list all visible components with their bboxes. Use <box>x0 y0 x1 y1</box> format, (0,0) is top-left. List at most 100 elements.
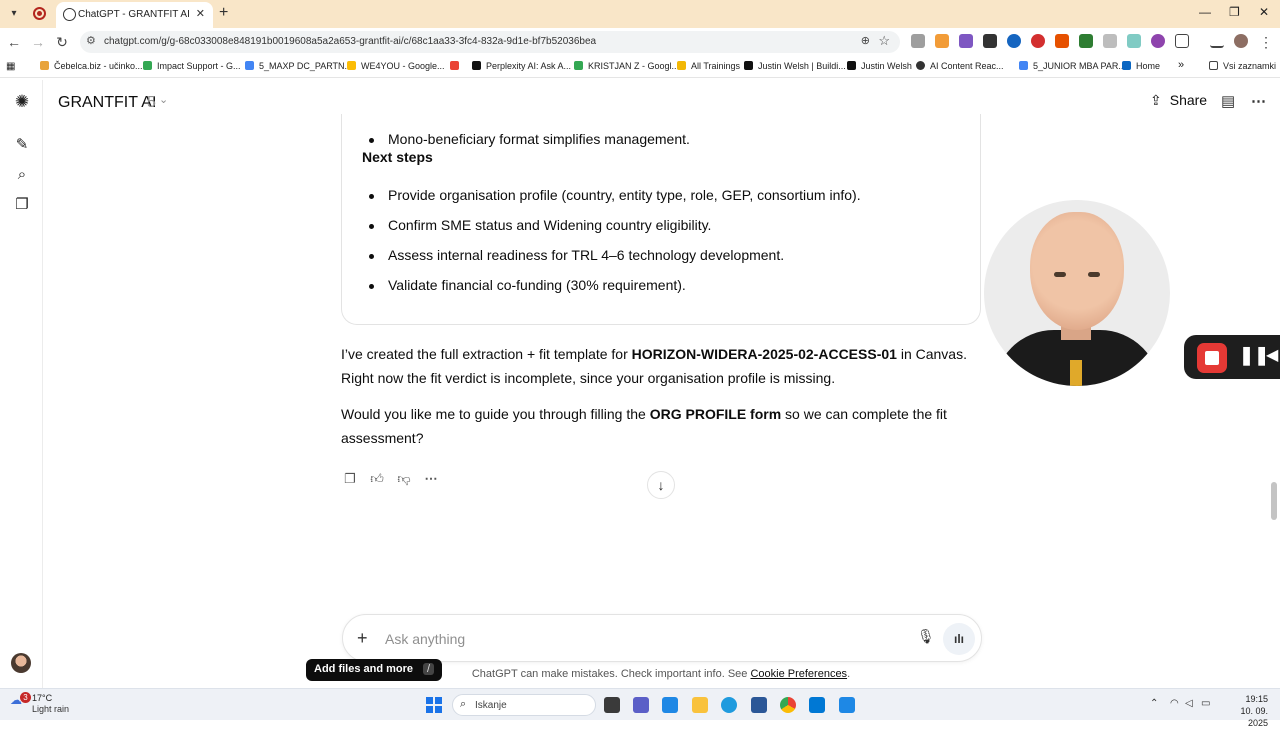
notification-badge: 3 <box>20 692 31 703</box>
page-scrollbar[interactable] <box>1271 482 1277 520</box>
bookmark-item[interactable]: 5_JUNIOR MBA PAR... <box>1019 61 1126 71</box>
zoom-icon[interactable]: ⊕ <box>861 34 870 47</box>
bookmark-item[interactable]: WE4YOU - Google... <box>347 61 445 71</box>
close-tab-icon[interactable]: ✕ <box>196 7 205 20</box>
copy-icon[interactable]: ❐ <box>341 470 359 488</box>
store-icon[interactable] <box>751 697 767 713</box>
minimize-window-icon[interactable]: — <box>1199 5 1211 19</box>
forward-icon[interactable]: → <box>30 34 46 50</box>
speaker-icon[interactable]: ◁ <box>1185 698 1193 709</box>
extension-icon[interactable] <box>959 34 973 48</box>
weather-temp: 17°C <box>32 693 53 703</box>
bookmark-favicon-icon <box>574 61 583 70</box>
screen-recorder-controls: ❚❚ ◀ <box>1184 335 1280 379</box>
response-card: Mono-beneficiary format simplifies manag… <box>341 114 981 325</box>
apps-grid-icon[interactable]: ▦ <box>6 61 15 72</box>
thumbs-up-icon[interactable]: 👍︎ <box>368 470 386 488</box>
other-bookmarks-folder[interactable]: Vsi zaznamki <box>1209 61 1276 71</box>
model-chevron-down-icon[interactable]: ⌄ <box>159 93 168 106</box>
extension-icon[interactable] <box>1127 34 1141 48</box>
photos-app-icon[interactable] <box>662 697 678 713</box>
bookmark-item[interactable]: KRISTJAN Z - Googl... <box>574 61 679 71</box>
webcam-overlay-portrait[interactable] <box>984 200 1170 386</box>
more-options-icon[interactable]: ⋯ <box>1251 92 1266 110</box>
more-actions-icon[interactable]: ⋯ <box>422 470 440 488</box>
chrome-icon[interactable] <box>780 697 796 713</box>
site-info-icon[interactable]: ⚙ <box>86 34 96 47</box>
prompt-input[interactable] <box>385 628 885 650</box>
extensions-puzzle-icon[interactable] <box>1175 34 1189 48</box>
extension-icon[interactable] <box>1055 34 1069 48</box>
gmail-bookmark[interactable] <box>450 61 464 71</box>
windows-start-icon[interactable] <box>426 697 442 713</box>
downloads-icon[interactable] <box>1210 34 1224 48</box>
wifi-icon[interactable]: ◠ <box>1170 698 1179 709</box>
disclaimer-text: ChatGPT can make mistakes. Check importa… <box>471 668 851 680</box>
task-view-icon[interactable] <box>604 697 620 713</box>
bookmark-item[interactable]: 5_MAXP DC_PARTN... <box>245 61 352 71</box>
maximize-window-icon[interactable]: ❐ <box>1229 5 1240 19</box>
browser-menu-icon[interactable]: ⋮ <box>1258 34 1274 51</box>
extension-icon[interactable] <box>1031 34 1045 48</box>
extension-icon[interactable] <box>1079 34 1093 48</box>
new-chat-icon[interactable]: ✎ <box>12 135 32 155</box>
bookmark-item[interactable]: Justin Welsh <box>847 61 912 71</box>
bookmark-item[interactable]: Home <box>1122 61 1160 71</box>
extension-icon[interactable] <box>1103 34 1117 48</box>
chat-composer: + 🎙︎ ılı <box>342 614 982 662</box>
add-files-plus-icon[interactable]: + <box>357 628 368 649</box>
pause-icon[interactable]: ❚❚ <box>1239 345 1269 366</box>
back-icon[interactable]: ← <box>6 34 22 50</box>
taskbar-search[interactable]: ⌕ Iskanje <box>452 694 596 716</box>
search-chats-icon[interactable]: ⌕ <box>12 165 32 185</box>
bookmark-favicon-icon <box>472 61 481 70</box>
extension-icon[interactable] <box>983 34 997 48</box>
calculator-icon[interactable] <box>839 697 855 713</box>
remote-desktop-icon[interactable] <box>809 697 825 713</box>
bookmark-item[interactable]: Justin Welsh | Buildi... <box>744 61 846 71</box>
extension-icon[interactable] <box>1007 34 1021 48</box>
new-tab-button[interactable]: + <box>219 4 228 22</box>
openai-logo-icon[interactable]: ✺ <box>12 92 32 112</box>
bookmark-favicon-icon <box>847 61 856 70</box>
file-explorer-icon[interactable] <box>692 697 708 713</box>
thumbs-down-icon[interactable]: 👎︎ <box>395 470 413 488</box>
profile-avatar-icon[interactable] <box>1234 34 1248 48</box>
gpt-title[interactable]: GRANTFIT AI <box>58 94 156 112</box>
address-bar[interactable]: ⚙ chatgpt.com/g/g-68c033008e848191b00196… <box>80 31 900 53</box>
cookie-preferences-link[interactable]: Cookie Preferences <box>750 668 847 680</box>
rewind-icon[interactable]: ◀ <box>1266 345 1278 365</box>
extension-icon[interactable] <box>911 34 925 48</box>
browser-tab-active[interactable]: ChatGPT - GRANTFIT AI ✕ <box>56 2 213 28</box>
model-version[interactable]: 5 <box>147 94 156 112</box>
more-bookmarks-chevron-icon[interactable]: » <box>1178 59 1184 71</box>
system-clock[interactable]: 19:15 10. 09. 2025 <box>1222 693 1268 729</box>
bookmark-item[interactable]: Čebelca.biz - učinko... <box>40 61 143 71</box>
teams-icon[interactable] <box>633 697 649 713</box>
bookmark-star-icon[interactable]: ☆ <box>878 33 890 49</box>
close-window-icon[interactable]: ✕ <box>1259 5 1269 19</box>
edge-icon[interactable] <box>721 697 737 713</box>
assistant-paragraph: Would you like me to guide you through f… <box>341 406 947 446</box>
bookmark-item[interactable]: AI Content Reac... <box>916 61 1004 71</box>
bookmark-item[interactable]: Perplexity AI: Ask A... <box>472 61 571 71</box>
reload-icon[interactable]: ↻ <box>54 34 70 51</box>
library-icon[interactable]: ❐ <box>12 195 32 215</box>
extension-icon[interactable] <box>935 34 949 48</box>
share-button[interactable]: ⇪ Share <box>1150 92 1207 109</box>
tab-search-chevron-icon[interactable]: ▾ <box>6 6 22 22</box>
url-text[interactable]: chatgpt.com/g/g-68c033008e848191b0019608… <box>104 36 596 47</box>
bookmark-favicon-icon <box>40 61 49 70</box>
stop-recording-button[interactable] <box>1197 343 1227 373</box>
scroll-to-bottom-button[interactable]: ↓ <box>647 471 675 499</box>
microphone-icon[interactable]: 🎙︎ <box>917 628 935 645</box>
user-avatar[interactable] <box>11 653 31 673</box>
recording-indicator-icon[interactable] <box>33 7 46 20</box>
extension-icon[interactable] <box>1151 34 1165 48</box>
voice-mode-button[interactable]: ılı <box>943 623 975 655</box>
tray-chevron-up-icon[interactable]: ⌃ <box>1150 698 1158 709</box>
bookmark-item[interactable]: All Trainings <box>677 61 740 71</box>
battery-icon[interactable]: ▭ <box>1201 698 1210 709</box>
canvas-panel-icon[interactable]: ▤ <box>1221 92 1235 110</box>
bookmark-item[interactable]: Impact Support - G... <box>143 61 241 71</box>
